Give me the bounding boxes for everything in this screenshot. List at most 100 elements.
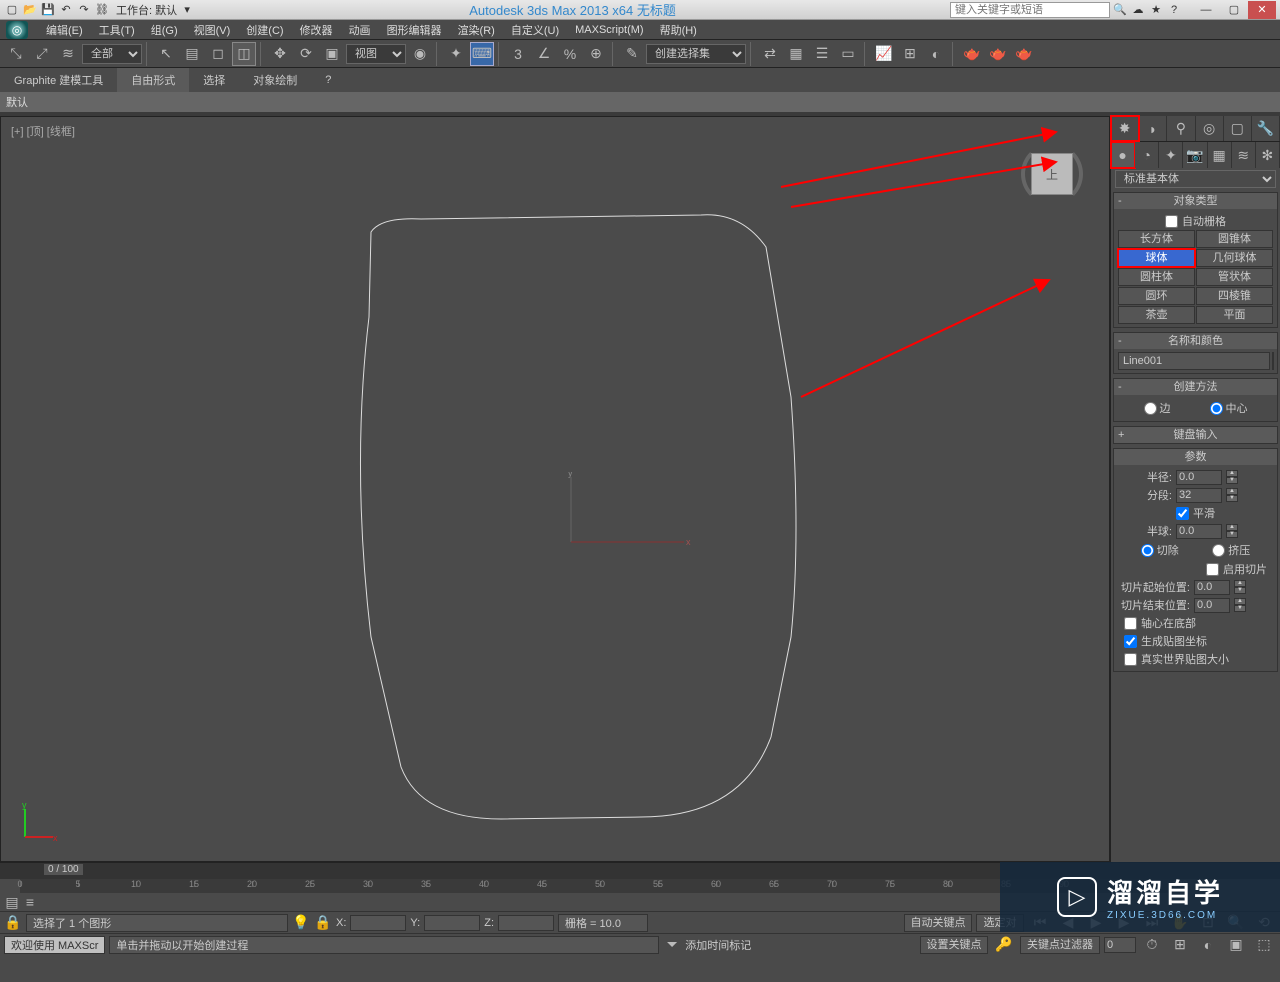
maximize-button[interactable]: ▢: [1220, 1, 1248, 19]
percent-snap-icon[interactable]: %: [558, 42, 582, 66]
base-pivot-checkbox[interactable]: [1124, 617, 1137, 630]
lock-selection-icon[interactable]: 🔒: [4, 914, 22, 932]
space-warps-subtab-icon[interactable]: ≋: [1232, 142, 1256, 168]
menu-animation[interactable]: 动画: [341, 22, 379, 38]
segments-input[interactable]: [1176, 488, 1222, 503]
coord-z-input[interactable]: [498, 915, 554, 931]
slice-on-checkbox[interactable]: [1206, 563, 1219, 576]
menu-tools[interactable]: 工具(T): [91, 22, 143, 38]
rollout-header-object-type[interactable]: -对象类型: [1114, 193, 1277, 209]
edit-named-selections-icon[interactable]: ✎: [620, 42, 644, 66]
binoculars-icon[interactable]: 🔍: [1112, 2, 1128, 18]
sphere-button[interactable]: 球体: [1118, 249, 1195, 267]
setkey-button[interactable]: 设置关键点: [920, 936, 988, 954]
zoom-all-icon[interactable]: ⊞: [1168, 933, 1192, 957]
selection-lock-icon[interactable]: 🔒: [314, 914, 332, 932]
cameras-subtab-icon[interactable]: 📷: [1183, 142, 1207, 168]
help-icon[interactable]: ?: [1166, 2, 1182, 18]
named-selection-dropdown[interactable]: 创建选择集: [646, 44, 746, 64]
center-radio[interactable]: [1210, 402, 1223, 415]
select-by-name-icon[interactable]: ▤: [180, 42, 204, 66]
menu-customize[interactable]: 自定义(U): [503, 22, 567, 38]
rollout-header-name-color[interactable]: -名称和颜色: [1114, 333, 1277, 349]
material-editor-icon[interactable]: ◐: [924, 42, 948, 66]
time-tag-icon[interactable]: ⏷: [663, 936, 681, 954]
menu-maxscript[interactable]: MAXScript(M): [567, 24, 651, 36]
app-logo-icon[interactable]: ◎: [6, 21, 28, 39]
lights-subtab-icon[interactable]: ✦: [1159, 142, 1183, 168]
time-config-icon[interactable]: ⏱: [1140, 933, 1164, 957]
unlink-icon[interactable]: ⤢: [30, 42, 54, 66]
snap-toggle-3-icon[interactable]: 3: [506, 42, 530, 66]
tube-button[interactable]: 管状体: [1196, 268, 1273, 286]
radius-input[interactable]: [1176, 470, 1222, 485]
plane-button[interactable]: 平面: [1196, 306, 1273, 324]
radius-up[interactable]: ▲: [1226, 470, 1238, 477]
select-link-icon[interactable]: ⤡: [4, 42, 28, 66]
rollout-header-keyboard[interactable]: +键盘输入: [1114, 427, 1277, 443]
pivot-center-icon[interactable]: ◉: [408, 42, 432, 66]
undo-icon[interactable]: ↶: [58, 2, 74, 18]
workspace-label[interactable]: 工作台: 默认: [116, 2, 177, 18]
menu-graph-editors[interactable]: 图形编辑器: [379, 22, 450, 38]
fov-icon[interactable]: ◐: [1196, 933, 1220, 957]
utilities-tab-icon[interactable]: 🔧: [1252, 116, 1280, 141]
time-counter[interactable]: 0 / 100: [44, 864, 83, 875]
rollout-header-params[interactable]: 参数: [1114, 449, 1277, 465]
menu-group[interactable]: 组(G): [143, 22, 186, 38]
coord-y-input[interactable]: [424, 915, 480, 931]
slice-to-input[interactable]: [1194, 598, 1230, 613]
menu-modifiers[interactable]: 修改器: [292, 22, 341, 38]
menu-create[interactable]: 创建(C): [238, 22, 291, 38]
zoom-region-icon[interactable]: ⬚: [1252, 933, 1276, 957]
hemi-down[interactable]: ▼: [1226, 531, 1238, 538]
close-button[interactable]: ✕: [1248, 1, 1276, 19]
window-crossing-icon[interactable]: ◫: [232, 42, 256, 66]
angle-snap-icon[interactable]: ∠: [532, 42, 556, 66]
chop-radio[interactable]: [1141, 544, 1154, 557]
key-filters-button[interactable]: 关键点过滤器: [1020, 936, 1100, 954]
mini-curve-editor-icon[interactable]: ▤: [4, 894, 20, 910]
geometry-subtab-icon[interactable]: ●: [1111, 142, 1135, 168]
segs-down[interactable]: ▼: [1226, 495, 1238, 502]
object-color-swatch[interactable]: [1272, 352, 1274, 370]
new-icon[interactable]: ▢: [4, 2, 20, 18]
mirror-icon[interactable]: ⇄: [758, 42, 782, 66]
bind-space-warp-icon[interactable]: ≋: [56, 42, 80, 66]
current-frame-input[interactable]: [1104, 937, 1136, 953]
isolate-icon[interactable]: 💡: [292, 914, 310, 932]
select-manipulate-icon[interactable]: ✦: [444, 42, 468, 66]
helpers-subtab-icon[interactable]: ▦: [1208, 142, 1232, 168]
select-rotate-icon[interactable]: ⟳: [294, 42, 318, 66]
rendered-frame-icon[interactable]: 🫖: [986, 42, 1010, 66]
select-region-rect-icon[interactable]: ◻: [206, 42, 230, 66]
render-setup-icon[interactable]: 🫖: [960, 42, 984, 66]
layers-icon[interactable]: ☰: [810, 42, 834, 66]
create-tab-icon[interactable]: ✸: [1111, 116, 1139, 141]
coord-x-input[interactable]: [350, 915, 406, 931]
keyboard-shortcut-override-icon[interactable]: ⌨: [470, 42, 494, 66]
ribbon-tab-graphite[interactable]: Graphite 建模工具: [0, 68, 117, 92]
link-icon[interactable]: ⛓: [94, 2, 110, 18]
schematic-view-icon[interactable]: ⊞: [898, 42, 922, 66]
viewport-top[interactable]: [+] [顶] [线框] 上 y x y x: [0, 116, 1110, 862]
ribbon-tab-object-paint[interactable]: 对象绘制: [239, 68, 311, 92]
geosphere-button[interactable]: 几何球体: [1196, 249, 1273, 267]
torus-button[interactable]: 圆环: [1118, 287, 1195, 305]
object-name-input[interactable]: [1118, 352, 1270, 370]
ribbon-toggle-icon[interactable]: ▭: [836, 42, 860, 66]
modify-tab-icon[interactable]: ◗: [1139, 116, 1167, 141]
align-icon[interactable]: ▦: [784, 42, 808, 66]
smooth-checkbox[interactable]: [1176, 507, 1189, 520]
menu-rendering[interactable]: 渲染(R): [450, 22, 503, 38]
select-object-icon[interactable]: ↖: [154, 42, 178, 66]
menu-views[interactable]: 视图(V): [186, 22, 239, 38]
auto-grid-checkbox[interactable]: [1165, 215, 1178, 228]
ribbon-sub-default[interactable]: 默认: [6, 94, 28, 110]
selection-filter-dropdown[interactable]: 全部: [82, 44, 142, 64]
filter-tracks-icon[interactable]: ≡: [22, 894, 38, 910]
hierarchy-tab-icon[interactable]: ⚲: [1167, 116, 1195, 141]
key-mode-icon[interactable]: 🔑: [992, 933, 1016, 957]
box-button[interactable]: 长方体: [1118, 230, 1195, 248]
squash-radio[interactable]: [1212, 544, 1225, 557]
